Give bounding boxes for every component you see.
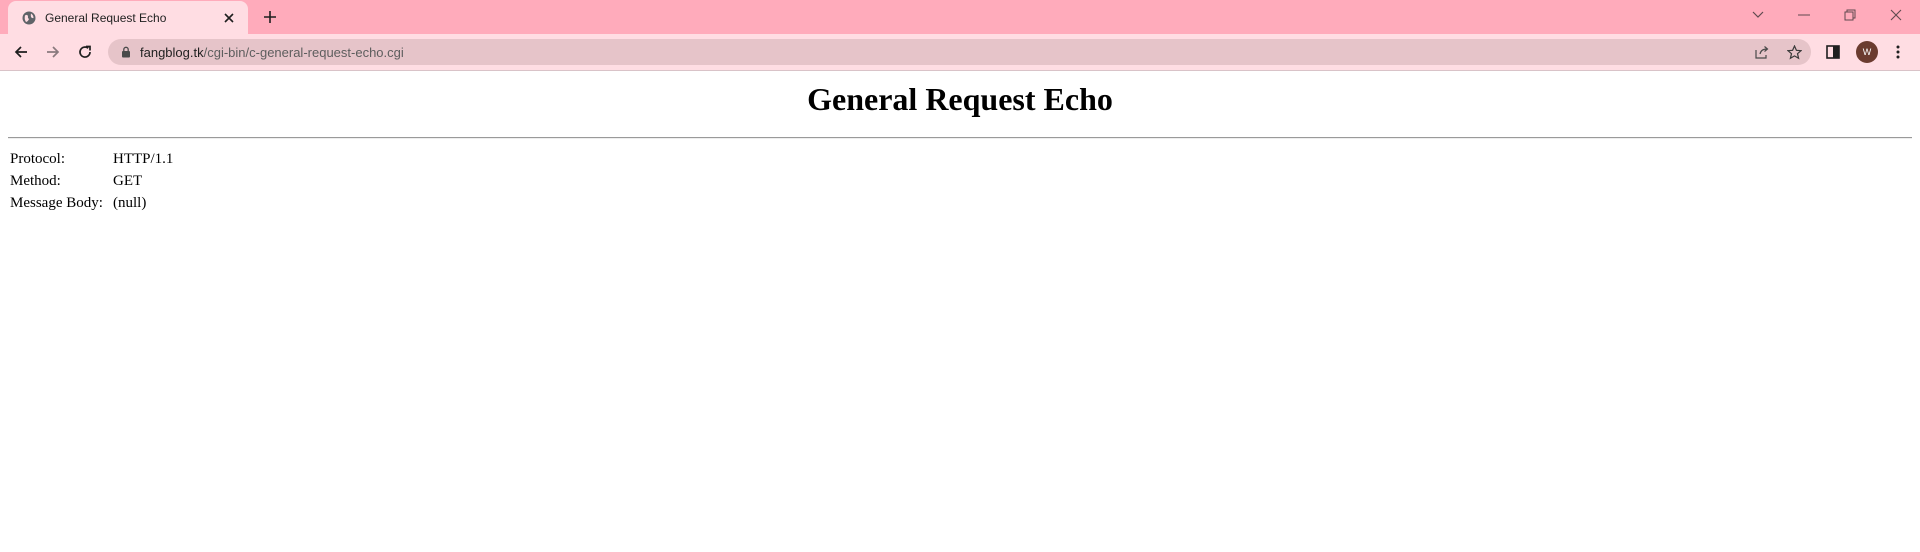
globe-icon (21, 10, 37, 26)
address-bar[interactable]: fangblog.tk/cgi-bin/c-general-request-ec… (108, 39, 1811, 65)
reload-button[interactable] (72, 39, 98, 65)
table-row: Protocol: HTTP/1.1 (8, 148, 175, 170)
share-icon[interactable] (1752, 42, 1772, 62)
protocol-value: HTTP/1.1 (113, 151, 174, 167)
arrow-left-icon (14, 46, 27, 58)
plus-icon (264, 11, 276, 23)
method-value: GET (113, 173, 143, 189)
page-content: General Request Echo Protocol: HTTP/1.1 … (0, 71, 1920, 552)
minimize-button[interactable] (1781, 0, 1827, 30)
lock-icon[interactable] (121, 46, 131, 58)
reload-icon (79, 45, 91, 58)
tab-title: General Request Echo (45, 10, 167, 25)
more-vertical-icon (1896, 45, 1900, 59)
horizontal-rule (8, 137, 1912, 139)
message-body-value: (null) (113, 195, 147, 211)
url-path: /cgi-bin/c-general-request-echo.cgi (203, 44, 404, 60)
restore-icon (1844, 9, 1856, 21)
star-icon[interactable] (1784, 42, 1804, 62)
arrow-right-icon (47, 46, 60, 58)
page-title: General Request Echo (807, 81, 1113, 117)
close-window-button[interactable] (1873, 0, 1919, 30)
table-row: Method: GET (8, 170, 175, 192)
chevron-down-icon (1752, 11, 1764, 18)
forward-button[interactable] (40, 39, 66, 65)
new-tab-button[interactable] (260, 7, 280, 27)
menu-button[interactable] (1885, 39, 1911, 65)
request-info-table: Protocol: HTTP/1.1 Method: GET Message B… (8, 148, 175, 214)
table-row: Message Body: (null) (8, 192, 175, 214)
side-panel-button[interactable] (1820, 39, 1846, 65)
back-button[interactable] (8, 39, 34, 65)
side-panel-icon (1826, 45, 1840, 59)
close-icon[interactable] (220, 9, 238, 27)
restore-button[interactable] (1827, 0, 1873, 30)
url-host: fangblog.tk (140, 44, 204, 60)
browser-tab[interactable]: General Request Echo (8, 1, 248, 34)
avatar[interactable]: W (1856, 41, 1878, 63)
url-text[interactable]: fangblog.tk/cgi-bin/c-general-request-ec… (140, 45, 404, 60)
browser-toolbar: fangblog.tk/cgi-bin/c-general-request-ec… (0, 34, 1920, 71)
minimize-icon (1798, 14, 1810, 16)
message-body-label: Message Body: (10, 195, 103, 211)
tab-strip: General Request Echo (0, 0, 1920, 34)
method-label: Method: (10, 173, 61, 189)
tab-search-button[interactable] (1735, 0, 1781, 30)
protocol-label: Protocol: (10, 151, 65, 167)
close-icon (1890, 9, 1902, 21)
